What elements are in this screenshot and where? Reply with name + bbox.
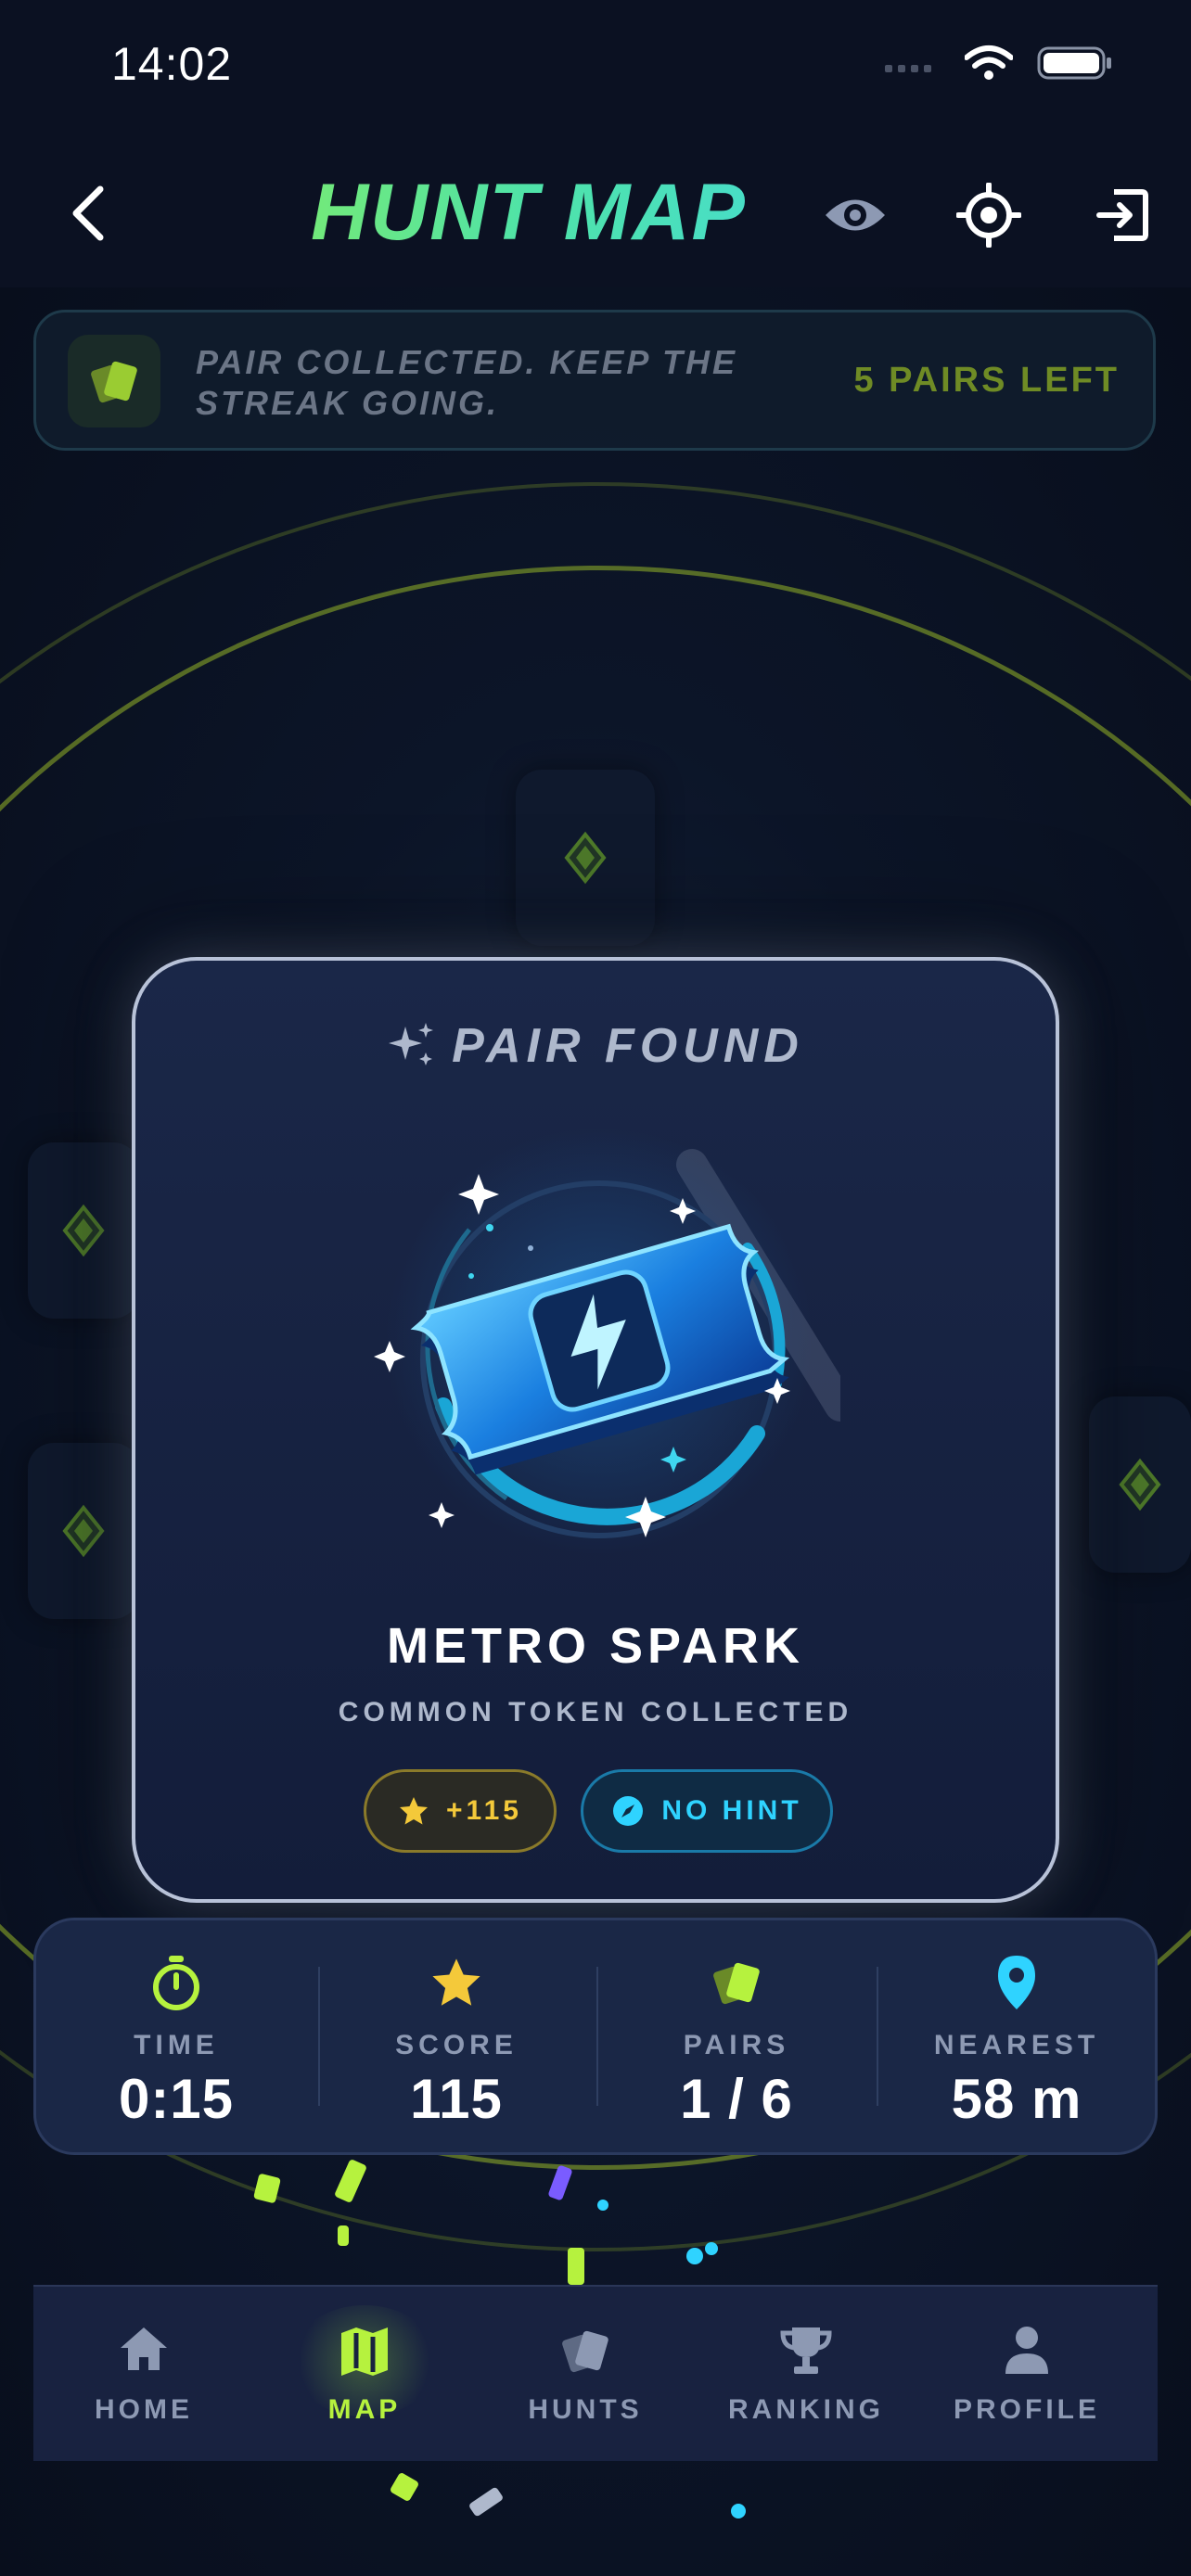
confetti-piece xyxy=(338,2225,349,2246)
stat-time-label: TIME xyxy=(134,2030,219,2060)
status-bar: 14:02 xyxy=(0,0,1191,139)
score-reward-pill: +115 xyxy=(364,1769,557,1853)
signal-icon xyxy=(885,65,931,72)
stat-pairs: PAIRS 1 / 6 xyxy=(596,1920,877,2152)
modal-heading-text: PAIR FOUND xyxy=(452,1019,804,1073)
stat-score-value: 115 xyxy=(410,2068,503,2130)
map-token-tile[interactable] xyxy=(28,1142,139,1319)
nav-hunts-label: HUNTS xyxy=(528,2394,643,2425)
exit-icon xyxy=(1096,189,1148,241)
confetti-piece xyxy=(568,2248,584,2285)
confetti-piece xyxy=(731,2504,746,2519)
nav-profile[interactable]: PROFILE xyxy=(916,2287,1137,2461)
crosshair-icon xyxy=(956,183,1021,248)
nav-ranking[interactable]: RANKING xyxy=(696,2287,916,2461)
token-marker-icon xyxy=(1119,1458,1161,1511)
token-marker-icon xyxy=(62,1504,105,1558)
token-subtitle: COMMON TOKEN COLLECTED xyxy=(338,1697,853,1728)
stat-nearest-label: NEAREST xyxy=(933,2030,1100,2060)
nav-ranking-label: RANKING xyxy=(728,2394,884,2425)
stopwatch-icon xyxy=(153,1956,199,2010)
cards-icon xyxy=(68,335,160,427)
confetti-piece xyxy=(597,2200,608,2211)
map-token-tile[interactable] xyxy=(28,1443,139,1619)
confetti-piece xyxy=(686,2248,703,2264)
nav-home-label: HOME xyxy=(95,2394,193,2425)
map-token-tile[interactable] xyxy=(1089,1396,1191,1573)
stat-time-value: 0:15 xyxy=(118,2068,235,2130)
battery-icon xyxy=(1037,46,1111,80)
nav-profile-label: PROFILE xyxy=(953,2394,1100,2425)
bottom-nav: HOME MAP HUNTS RANKING PROFILE xyxy=(33,2285,1158,2461)
nav-map-label: MAP xyxy=(327,2394,402,2425)
token-marker-icon xyxy=(564,831,607,885)
token-marker-icon xyxy=(62,1204,105,1257)
locate-button[interactable] xyxy=(954,180,1024,250)
nav-map[interactable]: MAP xyxy=(254,2287,475,2461)
map-token-tile[interactable] xyxy=(516,770,655,946)
stat-nearest-value: 58 m xyxy=(951,2068,1082,2130)
nav-hunts[interactable]: HUNTS xyxy=(475,2287,696,2461)
map-icon xyxy=(341,2327,388,2376)
ticket-token-illustration xyxy=(374,1128,840,1554)
pair-found-modal[interactable]: PAIR FOUND METRO SPARK COMMON TOKEN COLL… xyxy=(132,957,1059,1903)
score-reward-text: +115 xyxy=(446,1795,522,1826)
nav-home[interactable]: HOME xyxy=(33,2287,254,2461)
token-name: METRO SPARK xyxy=(386,1618,804,1674)
stat-pairs-label: PAIRS xyxy=(683,2030,790,2060)
cards-icon xyxy=(713,1962,760,2005)
stat-time: TIME 0:15 xyxy=(36,1920,316,2152)
modal-heading: PAIR FOUND xyxy=(135,1018,1056,1074)
trophy-icon xyxy=(780,2327,832,2374)
hint-status-text: NO HINT xyxy=(661,1795,802,1826)
cards-icon xyxy=(562,2330,608,2373)
page-title: HUNT MAP xyxy=(0,167,1057,259)
star-icon xyxy=(432,1958,480,2006)
compass-icon xyxy=(613,1796,644,1826)
confetti-piece xyxy=(705,2242,718,2255)
home-icon xyxy=(121,2327,167,2370)
banner-message: PAIR COLLECTED. KEEP THE STREAK GOING. xyxy=(196,343,738,422)
pairs-left-label: 5 PAIRS LEFT xyxy=(853,361,1120,400)
star-icon xyxy=(400,1797,429,1825)
exit-button[interactable] xyxy=(1087,180,1158,250)
app-header: HUNT MAP xyxy=(0,139,1191,287)
stats-panel: TIME 0:15 SCORE 115 PAIRS 1 / 6 NEAREST … xyxy=(33,1918,1158,2155)
stat-pairs-value: 1 / 6 xyxy=(680,2068,793,2130)
visibility-button[interactable] xyxy=(820,180,890,250)
sparkle-icon xyxy=(389,1023,434,1065)
status-banner: PAIR COLLECTED. KEEP THE STREAK GOING. 5… xyxy=(33,310,1156,451)
status-icons xyxy=(885,45,1113,82)
person-icon xyxy=(1005,2327,1048,2374)
status-time: 14:02 xyxy=(111,38,233,90)
stat-score: SCORE 115 xyxy=(316,1920,596,2152)
wifi-icon xyxy=(965,45,1013,80)
hint-status-pill: NO HINT xyxy=(581,1769,833,1853)
location-pin-icon xyxy=(998,1956,1035,2009)
eye-icon xyxy=(826,199,885,231)
stat-score-label: SCORE xyxy=(395,2030,518,2060)
stat-nearest: NEAREST 58 m xyxy=(877,1920,1157,2152)
